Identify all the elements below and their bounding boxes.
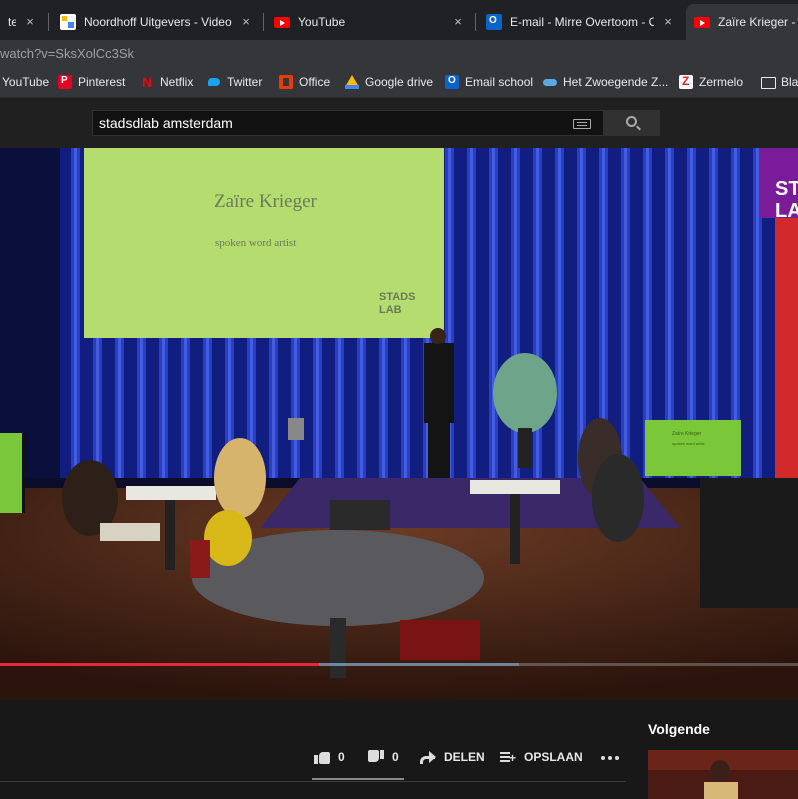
tab-noordhoff[interactable]: Noordhoff Uitgevers - Video bi × xyxy=(52,6,262,38)
tab-label: Zaïre Krieger - Y xyxy=(718,15,798,29)
outlook-icon xyxy=(445,75,459,89)
bookmark-label: Netflix xyxy=(160,75,194,89)
bookmark-office[interactable]: Office xyxy=(279,75,330,89)
bookmark-zwoegende[interactable]: Het Zwoegende Z... xyxy=(543,75,668,89)
close-icon[interactable]: × xyxy=(22,14,38,30)
bookmark-label: Bla xyxy=(781,75,798,89)
close-icon[interactable]: × xyxy=(238,14,254,30)
bookmark-folder[interactable]: Bla xyxy=(761,75,798,89)
bookmark-label: Twitter xyxy=(227,75,263,89)
twitter-icon xyxy=(207,75,221,89)
bookmark-label: YouTube xyxy=(2,75,50,89)
url-text[interactable]: watch?v=SksXolCc3Sk xyxy=(0,46,134,61)
tab-separator xyxy=(263,13,264,31)
plant xyxy=(493,353,557,433)
folder-icon xyxy=(761,75,776,89)
performer xyxy=(424,343,454,423)
bookmark-label: Zermelo xyxy=(699,75,744,89)
progress-played xyxy=(0,663,319,666)
dislike-button[interactable]: 0 xyxy=(368,750,399,764)
bookmark-label: Pinterest xyxy=(78,75,126,89)
up-next-thumbnail[interactable] xyxy=(648,750,798,799)
address-bar[interactable]: watch?v=SksXolCc3Sk xyxy=(0,40,798,68)
tab-youtube[interactable]: YouTube × xyxy=(266,6,474,38)
keyboard-icon[interactable] xyxy=(573,119,591,129)
dislike-count: 0 xyxy=(392,750,399,764)
up-next-heading: Volgende xyxy=(648,721,710,737)
bookmark-label: Google drive xyxy=(365,75,434,89)
bookmark-label: Het Zwoegende Z... xyxy=(563,75,669,89)
bookmark-label: Office xyxy=(299,75,331,89)
tab-outlook[interactable]: E-mail - Mirre Overtoom - Outl × xyxy=(478,6,684,38)
save-button[interactable]: OPSLAAN xyxy=(500,750,583,765)
like-ratio-bar xyxy=(312,778,404,780)
bookmark-label: Email school xyxy=(465,75,534,89)
bookmark-email-school[interactable]: Email school xyxy=(445,75,533,89)
bookmark-zermelo[interactable]: Zermelo xyxy=(679,74,744,89)
logo-line: ST xyxy=(775,178,798,200)
google-drive-icon xyxy=(345,75,359,89)
browser-tab-strip: ter × Noordhoff Uitgevers - Video bi × Y… xyxy=(0,0,798,40)
youtube-icon xyxy=(694,16,710,28)
tab-active-video[interactable]: Zaïre Krieger - Y xyxy=(686,4,798,40)
cloud-icon xyxy=(543,75,557,89)
video-player[interactable]: Zaïre Krieger spoken word artist STADS L… xyxy=(0,148,798,700)
bookmark-pinterest[interactable]: Pinterest xyxy=(58,75,125,89)
bookmark-google-drive[interactable]: Google drive xyxy=(345,75,433,89)
search-input[interactable] xyxy=(99,113,559,133)
bookmark-youtube[interactable]: YouTube xyxy=(2,75,49,89)
netflix-icon xyxy=(140,74,154,90)
close-icon[interactable]: × xyxy=(660,14,676,30)
bookmarks-bar: YouTube Pinterest Netflix Twitter Office… xyxy=(0,68,798,98)
thumbnail-image xyxy=(648,750,798,799)
monitor-title: Zaïre Krieger xyxy=(672,431,702,437)
share-label: DELEN xyxy=(444,750,485,764)
bookmark-netflix[interactable]: Netflix xyxy=(140,74,194,90)
stadslab-logo: STADS LAB xyxy=(379,291,415,317)
tab-label: Noordhoff Uitgevers - Video bi xyxy=(84,15,232,29)
thumbs-up-icon xyxy=(314,750,330,764)
thumbs-down-icon xyxy=(368,750,384,764)
youtube-masthead xyxy=(0,98,798,148)
video-frame xyxy=(0,148,798,700)
close-icon[interactable]: × xyxy=(450,14,466,30)
right-monitor xyxy=(645,420,741,476)
more-actions-button[interactable] xyxy=(601,756,619,760)
monitor-subtitle: spoken word artist xyxy=(672,441,705,446)
divider xyxy=(0,781,626,782)
search-icon xyxy=(626,116,637,127)
noordhoff-icon xyxy=(60,14,76,30)
search-box[interactable] xyxy=(92,110,604,136)
side-logo: ST LA xyxy=(775,178,798,222)
left-monitor xyxy=(0,433,22,513)
logo-line: LAB xyxy=(379,304,402,316)
logo-line: STADS xyxy=(379,291,416,303)
pinterest-icon xyxy=(58,75,72,89)
save-label: OPSLAAN xyxy=(524,750,583,764)
zermelo-icon xyxy=(679,74,693,89)
share-button[interactable]: DELEN xyxy=(420,750,485,764)
outlook-icon xyxy=(486,14,502,30)
youtube-icon xyxy=(274,16,290,28)
like-count: 0 xyxy=(338,750,345,764)
search-button[interactable] xyxy=(604,110,660,136)
slide-title: Zaïre Krieger xyxy=(214,191,317,212)
office-icon xyxy=(279,75,293,89)
tab-separator xyxy=(475,13,476,31)
tab-partial[interactable]: ter × xyxy=(0,6,46,38)
logo-line: LA xyxy=(775,200,798,222)
share-icon xyxy=(420,750,436,764)
tab-label: ter xyxy=(8,15,16,29)
playlist-add-icon xyxy=(500,750,516,765)
bookmark-twitter[interactable]: Twitter xyxy=(207,75,262,89)
tab-separator xyxy=(48,13,49,31)
tab-label: E-mail - Mirre Overtoom - Outl xyxy=(510,15,654,29)
slide-subtitle: spoken word artist xyxy=(215,237,297,249)
more-icon xyxy=(601,756,619,760)
like-button[interactable]: 0 xyxy=(314,750,345,764)
tab-label: YouTube xyxy=(298,15,346,29)
